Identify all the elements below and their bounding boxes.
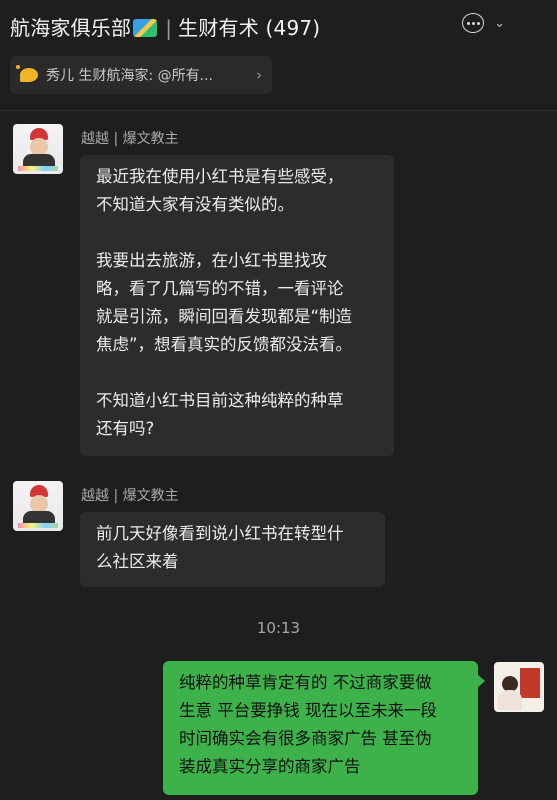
message-timestamp: 10:13 (256, 619, 301, 637)
message-bubble[interactable]: 前几天好像看到说小红书在转型什 么社区来着 (80, 512, 385, 587)
map-emoji-icon (133, 19, 158, 37)
message-bubble[interactable]: 最近我在使用小红书是有些感受， 不知道大家有没有类似的。 我要出去旅游，在小红书… (80, 155, 394, 456)
avatar[interactable] (13, 481, 63, 531)
sender-name: 越越 | 爆文教主 (81, 488, 179, 504)
bubble-tail (477, 674, 485, 688)
message-text: 纯粹的种草肯定有的 不过商家要做 生意 平台要挣钱 现在以至未来一段 时间确实会… (179, 673, 437, 776)
my-avatar[interactable] (494, 662, 544, 712)
avatar[interactable] (13, 124, 63, 174)
subgroup-name: 生财有术 (497) (178, 16, 321, 40)
more-dots-icon[interactable] (462, 13, 485, 33)
chat-title[interactable]: 航海家俱乐部 | 生财有术 (497) (10, 12, 320, 41)
chevron-right-icon: › (256, 66, 262, 84)
announcement-text: 秀儿 生财航海家: @所有... (46, 68, 213, 84)
chat-header: 航海家俱乐部 | 生财有术 (497) ⌄ 秀儿 生财航海家: @所有... › (0, 0, 557, 111)
title-separator: | (165, 16, 173, 40)
message-paragraph: 我要出去旅游，在小红书里找攻 略，看了几篇写的不错，一看评论 就是引流，瞬间回看… (96, 251, 353, 354)
group-name: 航海家俱乐部 (10, 16, 132, 40)
my-message-bubble[interactable]: 纯粹的种草肯定有的 不过商家要做 生意 平台要挣钱 现在以至未来一段 时间确实会… (163, 661, 478, 795)
sender-name: 越越 | 爆文教主 (81, 131, 179, 147)
announcement-icon (16, 65, 38, 82)
chevron-down-icon[interactable]: ⌄ (494, 16, 505, 31)
message-paragraph: 不知道小红书目前这种纯粹的种草 还有吗? (96, 391, 344, 438)
announcement-bar[interactable]: 秀儿 生财航海家: @所有... › (10, 56, 272, 94)
message-text: 前几天好像看到说小红书在转型什 么社区来着 (96, 524, 344, 571)
message-paragraph: 最近我在使用小红书是有些感受， 不知道大家有没有类似的。 (96, 167, 344, 214)
header-actions: ⌄ (462, 13, 505, 33)
